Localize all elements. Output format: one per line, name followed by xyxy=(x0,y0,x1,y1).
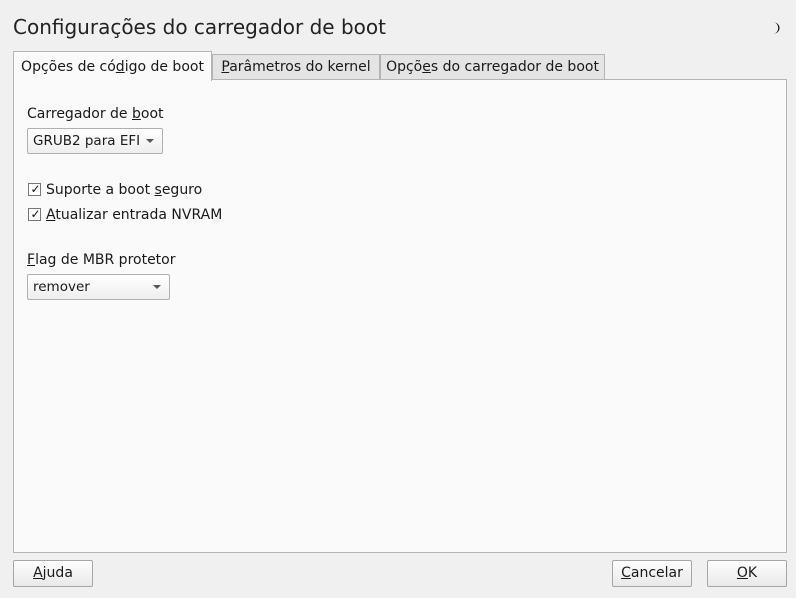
secure-boot-checkbox[interactable]: ✓ xyxy=(28,182,41,196)
window-title: Configurações do carregador de boot xyxy=(13,15,386,39)
tab-kernel-parameters[interactable]: Parâmetros do kernel xyxy=(212,54,380,79)
update-nvram-checkbox[interactable]: ✓ xyxy=(28,207,41,221)
cancel-button[interactable]: Cancelar xyxy=(612,560,692,587)
secure-boot-label: Suporte a boot seguro xyxy=(46,182,203,198)
boot-loader-settings-window: Configurações do carregador de boot Opçõ… xyxy=(0,0,796,598)
secure-boot-checkbox-row[interactable]: ✓ Suporte a boot seguro xyxy=(28,181,202,199)
check-icon: ✓ xyxy=(30,182,41,196)
update-nvram-checkbox-row[interactable]: ✓ Atualizar entrada NVRAM xyxy=(28,206,222,224)
update-nvram-label: Atualizar entrada NVRAM xyxy=(46,207,223,223)
boot-loader-label: Carregador de boot xyxy=(27,106,164,122)
ok-button[interactable]: OK xyxy=(707,560,787,587)
check-icon: ✓ xyxy=(30,207,41,221)
protective-mbr-select[interactable]: remover xyxy=(27,274,170,300)
chevron-down-icon xyxy=(146,139,154,143)
tab-boot-loader-options[interactable]: Opções do carregador de boot xyxy=(380,54,605,79)
chevron-down-icon xyxy=(153,285,161,289)
boot-loader-select[interactable]: GRUB2 para EFI xyxy=(27,128,163,154)
help-button[interactable]: Ajuda xyxy=(13,560,93,587)
tab-boot-code-options[interactable]: Opções de código de boot xyxy=(13,51,212,81)
boot-code-options-panel: Carregador de boot GRUB2 para EFI ✓ Supor… xyxy=(13,79,787,553)
protective-mbr-label: Flag de MBR protetor xyxy=(27,252,176,268)
moon-icon[interactable] xyxy=(770,22,782,34)
